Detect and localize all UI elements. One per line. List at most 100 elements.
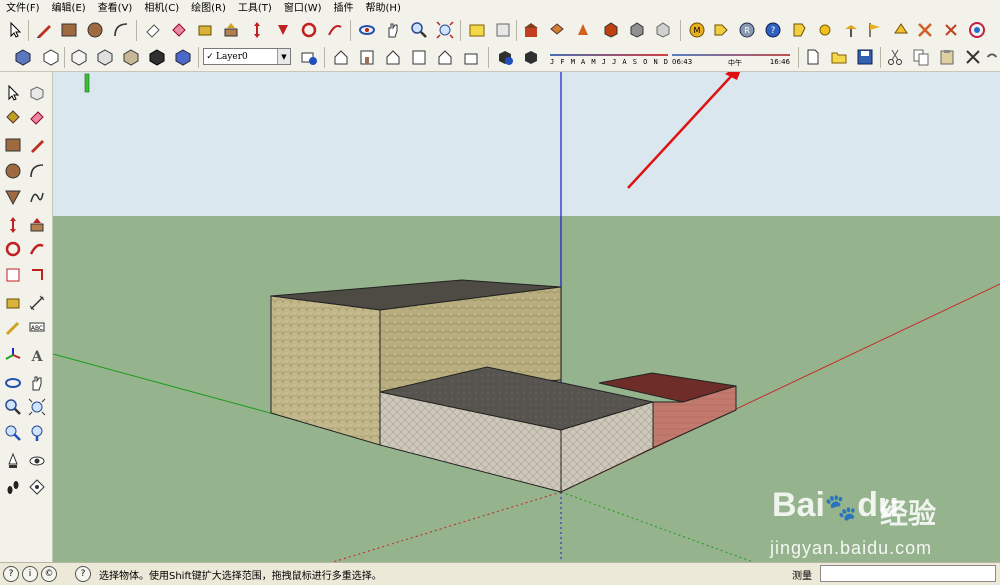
menu-window[interactable]: 窗口(W) [278,0,328,17]
google-earth-icon[interactable] [572,19,594,41]
move-icon[interactable] [246,19,268,41]
orbit-icon[interactable] [356,19,378,41]
front-view-icon[interactable] [68,46,90,68]
3d-warehouse-icon[interactable] [520,19,542,41]
plugin-tag-icon[interactable] [710,19,732,41]
help-icon[interactable]: ? [3,566,19,582]
menu-file[interactable]: 文件(F) [0,0,46,17]
menu-edit[interactable]: 编辑(E) [46,0,92,17]
push-pull-icon[interactable] [26,214,48,236]
house-2-icon[interactable] [356,46,378,68]
menu-camera[interactable]: 相机(C) [138,0,185,17]
offset-icon[interactable] [324,19,346,41]
copy-icon[interactable] [910,46,932,68]
plugin-yellow-icon[interactable] [788,19,810,41]
top-view-icon[interactable] [40,46,62,68]
sphere-icon[interactable] [814,19,836,41]
push-pull-icon[interactable] [220,19,242,41]
select-icon[interactable] [4,19,26,41]
shadow-time-slider[interactable]: 06:43 中午 16:46 [672,47,790,67]
polygon-icon[interactable] [2,186,24,208]
follow-me-icon[interactable] [26,238,48,260]
rotate-icon[interactable] [272,19,294,41]
new-icon[interactable] [802,46,824,68]
menu-tools[interactable]: 工具(T) [232,0,278,17]
arc-icon[interactable] [110,19,132,41]
scissors-icon[interactable] [940,19,962,41]
house-5-icon[interactable] [434,46,456,68]
plugin-m-icon[interactable]: M [686,19,708,41]
walk-icon[interactable] [2,476,24,498]
make-component-icon[interactable] [26,82,48,104]
circle-icon[interactable] [84,19,106,41]
pencil-icon[interactable] [26,134,48,156]
menu-plugins[interactable]: 插件 [328,0,360,17]
layer-manager-icon[interactable] [298,46,320,68]
previous-view-icon[interactable] [466,19,488,41]
section-plane-icon[interactable] [26,476,48,498]
pencil-icon[interactable] [33,19,55,41]
swirl-icon[interactable] [966,19,988,41]
pan-icon[interactable] [26,372,48,394]
pan-icon[interactable] [382,19,404,41]
zoom-window-icon[interactable] [26,396,48,418]
chevron-down-icon[interactable]: ▼ [277,49,290,64]
monochrome-icon[interactable] [172,46,194,68]
look-around-icon[interactable] [26,450,48,472]
flag-icon[interactable] [864,19,886,41]
right-view-icon[interactable] [94,46,116,68]
shadow-month-slider[interactable]: J F M A M J J A S O N D [550,47,668,67]
protractor-icon[interactable] [2,318,24,340]
house-4-icon[interactable] [408,46,430,68]
flag-2-icon[interactable] [890,19,912,41]
house-3-icon[interactable] [382,46,404,68]
eraser-icon[interactable] [26,106,48,128]
rotate-icon[interactable] [2,238,24,260]
paint-bucket-icon[interactable] [168,19,190,41]
tape-measure-icon[interactable] [2,292,24,314]
share-model-icon[interactable] [626,19,648,41]
shaded-textures-icon[interactable] [146,46,168,68]
delete-icon[interactable] [962,46,984,68]
paint-bucket-icon[interactable] [2,106,24,128]
move-icon[interactable] [2,214,24,236]
dimension-icon[interactable] [26,292,48,314]
back-view-icon[interactable] [120,46,142,68]
info-icon[interactable]: i [22,566,38,582]
zoom-icon[interactable] [2,396,24,418]
rectangle-icon[interactable] [2,134,24,156]
help-icon[interactable]: ? [762,19,784,41]
rectangle-icon[interactable] [58,19,80,41]
freehand-icon[interactable] [26,186,48,208]
pinwheel-icon[interactable] [914,19,936,41]
axes-icon[interactable] [2,344,24,366]
components-icon[interactable] [546,19,568,41]
follow-me-icon[interactable] [298,19,320,41]
cut-icon[interactable] [884,46,906,68]
iso-view-icon[interactable] [12,46,34,68]
circle-icon[interactable] [2,160,24,182]
credits-icon[interactable]: © [41,566,57,582]
tape-measure-icon[interactable] [194,19,216,41]
menu-draw[interactable]: 绘图(R) [185,0,232,17]
scale-icon[interactable] [2,264,24,286]
section-plane-icon[interactable] [460,46,482,68]
undo-icon[interactable] [984,46,1000,68]
get-models-icon[interactable] [600,19,622,41]
save-icon[interactable] [854,46,876,68]
next-view-icon[interactable] [492,19,514,41]
eraser-icon[interactable] [142,19,164,41]
previous-icon[interactable] [2,422,24,444]
paste-icon[interactable] [936,46,958,68]
layer-dropdown[interactable]: ✓ Layer0 ▼ [203,48,291,65]
position-camera-icon[interactable] [2,450,24,472]
share-component-icon[interactable] [652,19,674,41]
3d-text-icon[interactable]: A [26,344,48,366]
menu-help[interactable]: 帮助(H) [360,0,407,17]
menu-view[interactable]: 查看(V) [92,0,139,17]
plugin-r-icon[interactable]: R [736,19,758,41]
orbit-icon[interactable] [2,372,24,394]
display-section-icon[interactable] [494,46,516,68]
text-icon[interactable]: ABC [26,318,48,340]
offset-icon[interactable] [26,264,48,286]
